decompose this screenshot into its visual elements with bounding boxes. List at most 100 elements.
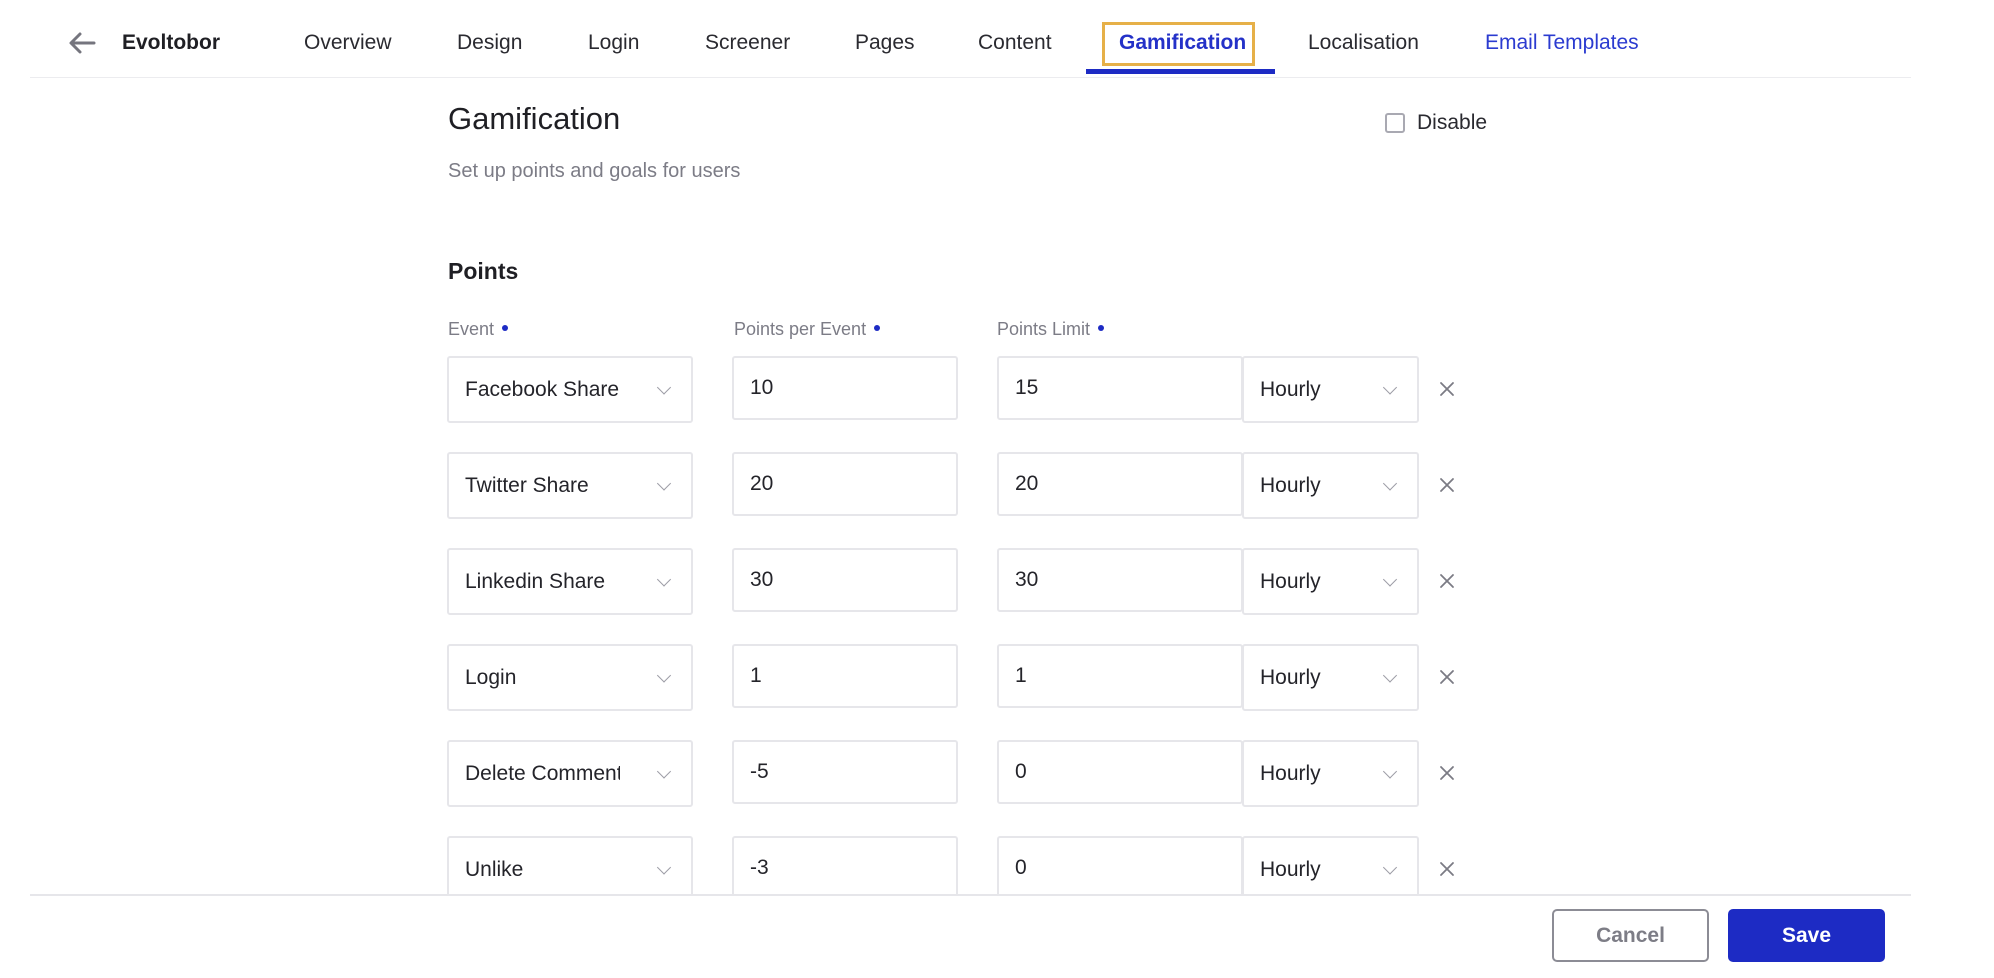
footer-divider [30, 894, 1911, 896]
tab-design[interactable]: Design [457, 31, 522, 55]
points-per-event-value: 30 [750, 568, 774, 591]
remove-row-button[interactable] [1436, 666, 1458, 688]
event-select[interactable]: Unlike [447, 836, 693, 903]
limit-period-value: Hourly [1260, 761, 1321, 785]
points-row: Login 1 1 Hourly [0, 644, 1994, 712]
points-limit-value: 30 [1015, 568, 1039, 591]
page-subtitle: Set up points and goals for users [448, 160, 741, 182]
points-limit-input[interactable]: 1 [997, 644, 1243, 708]
tab-email-templates[interactable]: Email Templates [1485, 31, 1639, 55]
points-per-event-column-label: Points per Event [734, 319, 881, 340]
remove-row-button[interactable] [1436, 570, 1458, 592]
points-limit-input[interactable]: 0 [997, 836, 1243, 900]
disable-toggle[interactable]: Disable [1385, 111, 1487, 135]
points-limit-column-label: Points Limit [997, 319, 1105, 340]
save-button[interactable]: Save [1728, 909, 1885, 962]
points-per-event-value: 1 [750, 664, 762, 687]
points-per-event-input[interactable]: 30 [732, 548, 958, 612]
points-limit-value: 1 [1015, 664, 1027, 687]
chevron-down-icon [1382, 859, 1398, 875]
points-limit-input[interactable]: 20 [997, 452, 1243, 516]
limit-period-select[interactable]: Hourly [1242, 452, 1419, 519]
tab-content[interactable]: Content [978, 31, 1052, 55]
points-per-event-input[interactable]: 10 [732, 356, 958, 420]
points-limit-value: 0 [1015, 760, 1027, 783]
points-per-event-value: 10 [750, 376, 774, 399]
tab-screener[interactable]: Screener [705, 31, 790, 55]
limit-period-select[interactable]: Hourly [1242, 836, 1419, 903]
points-limit-input[interactable]: 30 [997, 548, 1243, 612]
cancel-button[interactable]: Cancel [1552, 909, 1709, 962]
chevron-down-icon [1382, 379, 1398, 395]
points-limit-input[interactable]: 0 [997, 740, 1243, 804]
points-section-title: Points [448, 258, 519, 284]
event-select-value: Unlike [465, 857, 524, 881]
page-title: Gamification [448, 101, 621, 136]
points-limit-value: 0 [1015, 856, 1027, 879]
limit-period-value: Hourly [1260, 857, 1321, 881]
limit-period-select[interactable]: Hourly [1242, 644, 1419, 711]
event-column-label: Event [448, 319, 509, 340]
limit-period-select[interactable]: Hourly [1242, 356, 1419, 423]
required-dot-icon [502, 325, 509, 332]
event-select-value: Twitter Share [465, 473, 589, 497]
chevron-down-icon [1382, 763, 1398, 779]
required-dot-icon [874, 325, 881, 332]
active-tab-indicator [1086, 69, 1275, 74]
points-row: Delete Comment -5 0 Hourly [0, 740, 1994, 808]
event-select-value: Delete Comment [465, 761, 620, 785]
limit-period-value: Hourly [1260, 569, 1321, 593]
points-limit-input[interactable]: 15 [997, 356, 1243, 420]
tab-overview[interactable]: Overview [304, 31, 392, 55]
points-row: Twitter Share 20 20 Hourly [0, 452, 1994, 520]
disable-checkbox[interactable] [1385, 113, 1405, 133]
remove-row-button[interactable] [1436, 378, 1458, 400]
chevron-down-icon [656, 475, 672, 491]
tab-gamification[interactable]: Gamification [1119, 31, 1246, 55]
remove-row-button[interactable] [1436, 762, 1458, 784]
points-row: Linkedin Share 30 30 Hourly [0, 548, 1994, 616]
chevron-down-icon [656, 859, 672, 875]
close-icon [1440, 670, 1454, 684]
points-per-event-input[interactable]: -3 [732, 836, 958, 900]
back-button[interactable] [66, 28, 98, 58]
event-select[interactable]: Linkedin Share [447, 548, 693, 615]
points-per-event-input[interactable]: 1 [732, 644, 958, 708]
close-icon [1440, 574, 1454, 588]
chevron-down-icon [656, 571, 672, 587]
remove-row-button[interactable] [1436, 474, 1458, 496]
limit-period-value: Hourly [1260, 665, 1321, 689]
tab-localisation[interactable]: Localisation [1308, 31, 1419, 55]
header-divider [30, 77, 1911, 78]
required-dot-icon [1098, 325, 1105, 332]
points-limit-value: 15 [1015, 376, 1039, 399]
close-icon [1440, 766, 1454, 780]
event-select[interactable]: Delete Comment [447, 740, 693, 807]
app-title: Evoltobor [122, 31, 220, 54]
event-select-value: Linkedin Share [465, 569, 606, 593]
tab-pages[interactable]: Pages [855, 31, 915, 55]
chevron-down-icon [656, 667, 672, 683]
event-select[interactable]: Twitter Share [447, 452, 693, 519]
limit-period-select[interactable]: Hourly [1242, 548, 1419, 615]
event-select-value: Login [465, 665, 517, 689]
chevron-down-icon [1382, 667, 1398, 683]
points-limit-label-text: Points Limit [997, 319, 1091, 339]
chevron-down-icon [656, 763, 672, 779]
event-select[interactable]: Facebook Share [447, 356, 693, 423]
chevron-down-icon [1382, 571, 1398, 587]
limit-period-value: Hourly [1260, 473, 1321, 497]
points-per-event-input[interactable]: 20 [732, 452, 958, 516]
limit-period-select[interactable]: Hourly [1242, 740, 1419, 807]
limit-period-value: Hourly [1260, 377, 1321, 401]
points-per-event-label-text: Points per Event [734, 319, 867, 339]
points-per-event-input[interactable]: -5 [732, 740, 958, 804]
event-label-text: Event [448, 319, 495, 339]
close-icon [1440, 382, 1454, 396]
close-icon [1440, 478, 1454, 492]
chevron-down-icon [656, 379, 672, 395]
event-select[interactable]: Login [447, 644, 693, 711]
tab-login[interactable]: Login [588, 31, 639, 55]
arrow-left-icon [69, 32, 96, 54]
remove-row-button[interactable] [1436, 858, 1458, 880]
